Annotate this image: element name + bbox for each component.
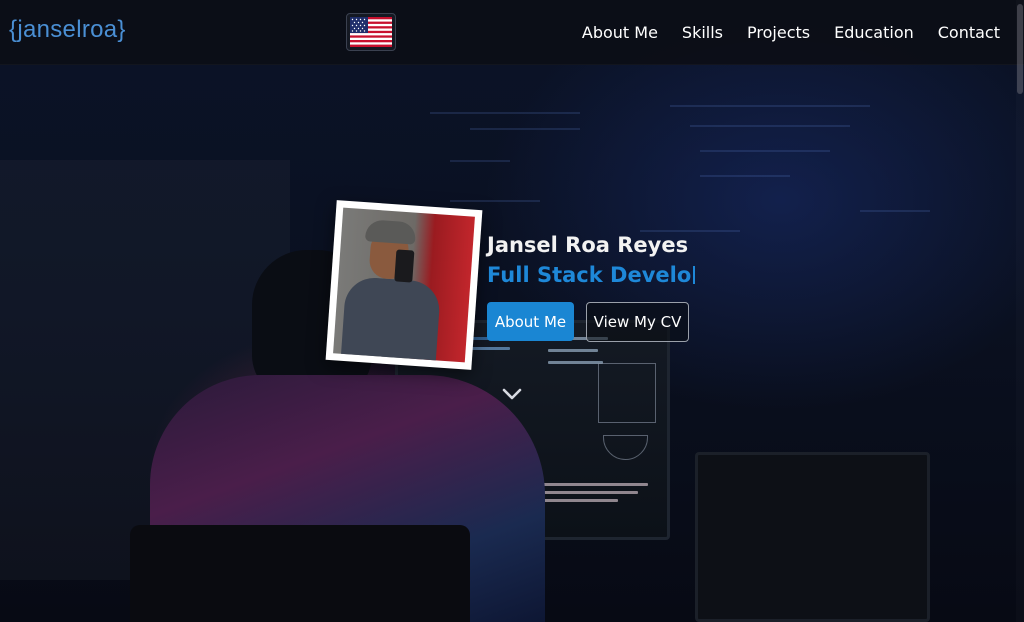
page-scrollbar[interactable] (1016, 0, 1024, 622)
brand-logo[interactable]: {janselroa} (9, 16, 126, 44)
scrollbar-thumb[interactable] (1017, 4, 1023, 94)
nav-link-contact[interactable]: Contact (938, 23, 1000, 42)
profile-photo-frame (325, 200, 483, 370)
chevron-down-icon (502, 388, 522, 400)
hero-role: Full Stack Develo (487, 263, 696, 287)
view-cv-button[interactable]: View My CV (586, 302, 689, 342)
scroll-down-button[interactable] (500, 382, 524, 406)
nav-link-about[interactable]: About Me (582, 23, 658, 42)
us-flag-icon (350, 17, 392, 47)
profile-photo (333, 207, 475, 363)
navbar: {janselroa} About Me Skills Projects Edu… (0, 0, 1024, 65)
about-me-button[interactable]: About Me (487, 302, 574, 341)
chair-silhouette (130, 525, 470, 622)
hero-role-text: Full Stack Develo (487, 263, 692, 287)
nav-link-projects[interactable]: Projects (747, 23, 810, 42)
nav-link-skills[interactable]: Skills (682, 23, 723, 42)
secondary-monitor (695, 452, 930, 622)
language-selector-button[interactable] (346, 13, 396, 51)
nav-links: About Me Skills Projects Education Conta… (558, 0, 1000, 65)
hero-name: Jansel Roa Reyes (487, 233, 689, 257)
typing-cursor (693, 266, 696, 284)
nav-link-education[interactable]: Education (834, 23, 914, 42)
